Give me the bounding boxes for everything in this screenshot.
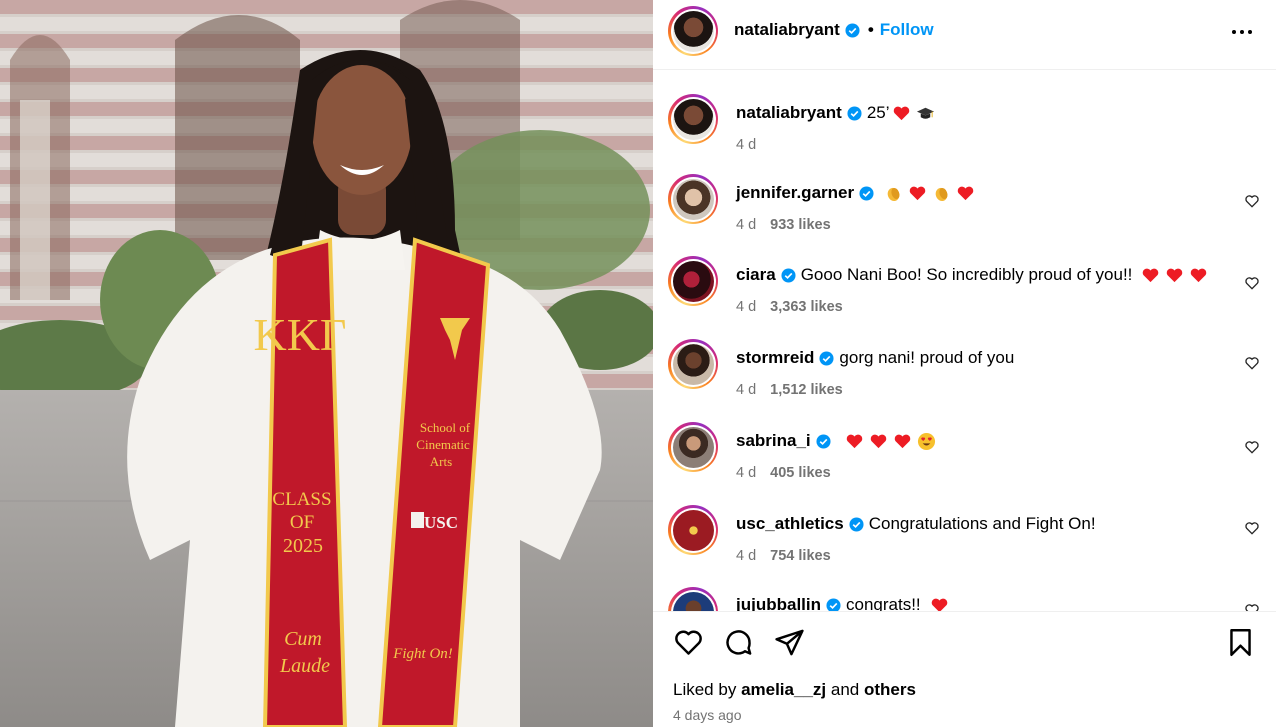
author-username[interactable]: nataliabryant [734,20,840,40]
comment-likes[interactable]: 754 likes [770,548,830,564]
verified-badge-icon [847,105,862,121]
red-heart-emoji-icon [1191,268,1207,282]
comment-text: Gooo Nani Boo! So incredibly proud of yo… [800,265,1133,284]
comment-username[interactable]: sabrina_i [736,431,811,451]
post-timestamp[interactable]: 4 days ago [673,707,742,723]
stole-class-text: CLASS [272,489,331,510]
comment-row: jujubballin congrats!! [653,587,1276,611]
comment-like-heart-icon[interactable] [1244,193,1260,209]
photo-illustration: ΚΚΓ CLASS OF 2025 Cum Laude School of Ci… [0,0,653,727]
commenter-avatar[interactable] [668,422,718,472]
header-user-row: nataliabryant • Follow [734,20,934,40]
stole-usc-text: USC [424,513,458,532]
stole-year-text: 2025 [283,535,323,557]
follow-button[interactable]: Follow [880,20,934,40]
verified-badge-icon [859,185,874,201]
red-heart-emoji-icon [894,434,910,448]
stole-school-line1: School of [420,420,471,435]
post-header: nataliabryant • Follow [653,0,1276,70]
comment-username[interactable]: jujubballin [736,595,821,611]
commenter-avatar[interactable] [668,256,718,306]
verified-badge-icon [816,433,831,449]
comment-time: 4 d [736,465,757,481]
liked-by-line: Liked by amelia__zj and others [673,680,916,700]
caption-row: nataliabryant 25’ 4 d [653,94,1276,176]
caption-time: 4 d [736,137,757,153]
author-avatar-small[interactable] [668,94,718,144]
clapping-hands-emoji-icon [887,187,900,201]
red-heart-emoji-icon [957,186,974,200]
verified-badge-icon [781,267,796,283]
red-heart-emoji-icon [931,598,947,611]
comment-row: usc_athletics Congratulations and Fight … [653,505,1276,587]
post-photo[interactable]: ΚΚΓ CLASS OF 2025 Cum Laude School of Ci… [0,0,653,727]
comment-username[interactable]: jennifer.garner [736,183,854,203]
stole-school-line2: Cinematic [416,437,470,452]
comment-likes[interactable]: 933 likes [770,217,830,233]
comment-like-heart-icon[interactable] [1244,520,1260,536]
verified-badge-icon [826,597,841,611]
comment-like-heart-icon[interactable] [1244,355,1260,371]
bookmark-icon[interactable] [1225,627,1256,658]
verified-badge-icon [819,350,834,366]
post-actions-bar: Liked by amelia__zj and others 4 days ag… [653,611,1276,727]
red-heart-emoji-icon [870,434,886,448]
red-heart-emoji-icon [846,434,862,448]
stole-school-line3: Arts [430,454,452,469]
comments-list[interactable]: nataliabryant 25’ 4 d jennifer.garner 4 … [653,70,1276,611]
verified-badge-icon [845,22,860,38]
caption-username[interactable]: nataliabryant [736,103,842,123]
comment-time: 4 d [736,382,757,398]
liked-by-and: and [830,680,860,699]
comment-icon[interactable] [723,627,754,658]
author-avatar[interactable] [668,6,718,56]
liked-by-user[interactable]: amelia__zj [741,680,826,699]
liked-by-prefix: Liked by [673,680,737,699]
heart-icon[interactable] [673,627,704,658]
stole-of-text: OF [290,512,314,533]
comment-row: jennifer.garner 4 d 933 likes [653,174,1276,256]
comment-text: gorg nani! proud of you [839,348,1015,367]
comment-username[interactable]: ciara [736,265,776,285]
header-separator: • [867,20,874,39]
comment-username[interactable]: usc_athletics [736,514,844,534]
comment-like-heart-icon[interactable] [1244,602,1260,611]
usc-seal-icon [411,512,424,528]
comment-row: ciara Gooo Nani Boo! So incredibly proud… [653,256,1276,338]
comment-time: 4 d [736,548,757,564]
red-heart-emoji-icon [1167,268,1183,282]
stole-cum-text: Cum [284,628,322,650]
share-icon[interactable] [774,627,805,658]
stole-letter-1: ΚΚΓ [253,309,346,360]
commenter-avatar[interactable] [668,174,718,224]
post-side-panel: nataliabryant • Follow nataliabryant 25’… [653,0,1276,727]
stole-laude-text: Laude [279,655,330,677]
comment-like-heart-icon[interactable] [1244,275,1260,291]
graduation-cap-emoji-icon [916,107,934,119]
comment-like-heart-icon[interactable] [1244,439,1260,455]
comment-time: 4 d [736,299,757,315]
comment-likes[interactable]: 1,512 likes [770,382,843,398]
commenter-avatar[interactable] [668,339,718,389]
red-heart-emoji-icon [909,186,926,200]
liked-by-others[interactable]: others [864,680,916,699]
stole-fight-text: Fight On! [392,646,453,662]
commenter-avatar[interactable] [668,587,718,611]
comment-username[interactable]: stormreid [736,348,814,368]
red-heart-emoji-icon [893,106,909,120]
comment-row: stormreid gorg nani! proud of you 4 d 1,5… [653,339,1276,421]
verified-badge-icon [849,516,864,532]
clapping-hands-emoji-icon [935,187,948,201]
comment-row: sabrina_i 4 d 405 likes [653,422,1276,504]
comment-likes[interactable]: 405 likes [770,465,830,481]
comment-likes[interactable]: 3,363 likes [770,299,843,315]
comment-time: 4 d [736,217,757,233]
heart-eyes-emoji-icon [917,432,935,450]
red-heart-emoji-icon [1143,268,1159,282]
comment-text: congrats!! [846,595,921,611]
caption-text: 25’ [866,103,890,122]
commenter-avatar[interactable] [668,505,718,555]
comment-text: Congratulations and Fight On! [868,514,1096,533]
more-options-icon[interactable] [1230,22,1254,46]
